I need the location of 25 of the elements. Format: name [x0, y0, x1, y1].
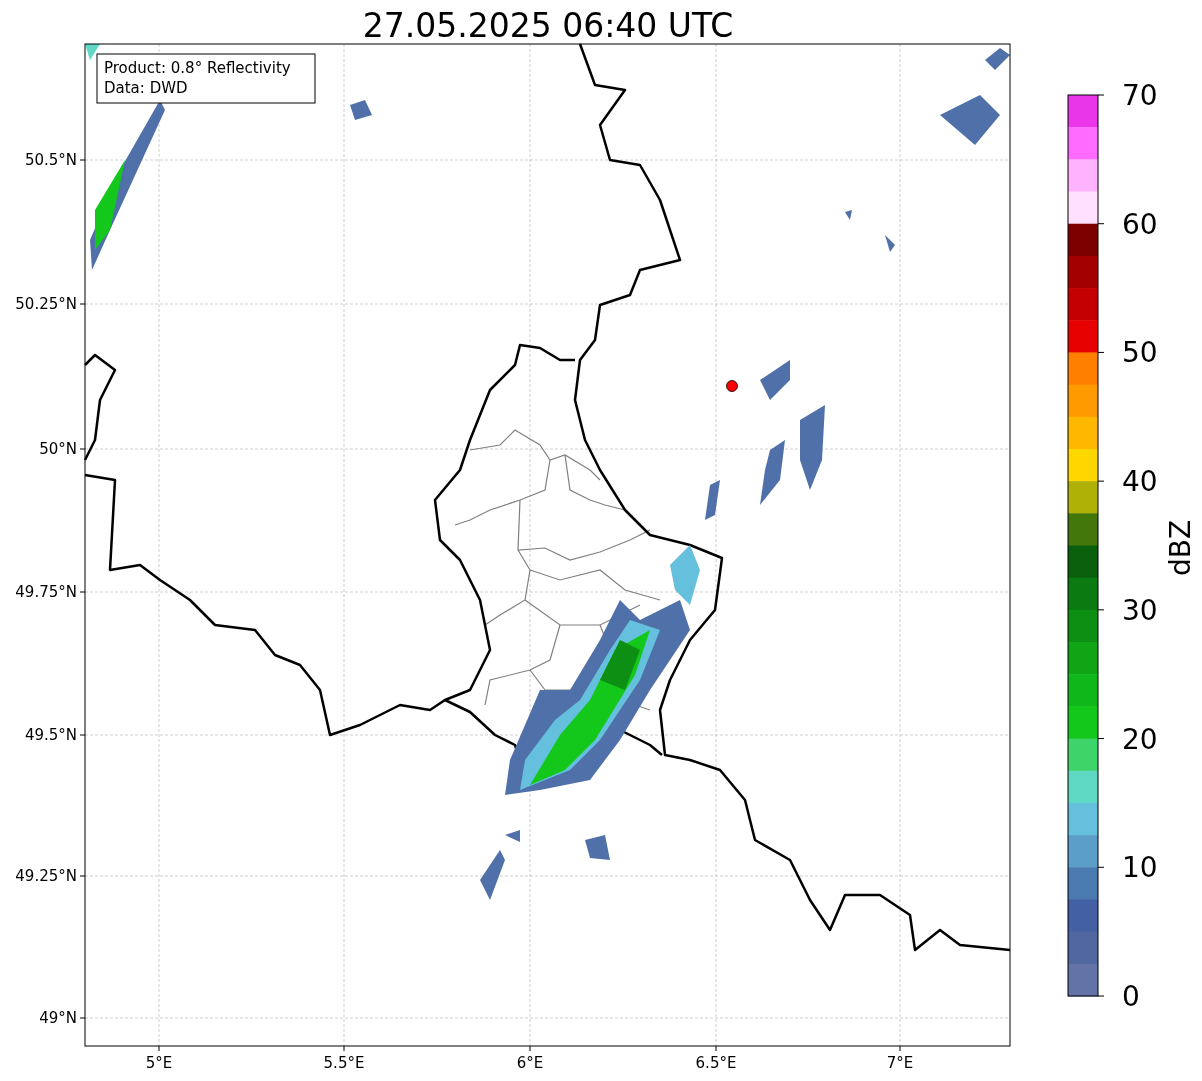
axis-tick-label: 50.25°N: [15, 295, 77, 313]
chart-title: 27.05.2025 06:40 UTC: [362, 6, 734, 45]
info-text: Product: 0.8° Reflectivity: [104, 59, 291, 77]
colorbar-tick-label: 50: [1122, 336, 1158, 370]
axis-tick-label: 49°N: [39, 1009, 77, 1027]
colorbar-tick-label: 40: [1122, 465, 1158, 499]
axis-tick-label: 5°E: [145, 1054, 173, 1072]
axis-tick-label: 6.5°E: [695, 1054, 737, 1072]
axis-tick-label: 6°E: [516, 1054, 544, 1072]
colorbar-tick-label: 20: [1122, 722, 1158, 756]
axis-tick-label: 5.5°E: [323, 1054, 365, 1072]
axis-tick-label: 7°E: [886, 1054, 914, 1072]
axis-tick-label: 50°N: [39, 440, 77, 458]
colorbar-tick-label: 70: [1122, 79, 1158, 112]
axis-tick-label: 49.5°N: [24, 726, 77, 744]
colorbar-tick-label: 10: [1122, 851, 1158, 885]
axis-tick-label: 49.75°N: [15, 583, 77, 601]
colorbar-tick-label: 60: [1122, 207, 1158, 241]
info-text: Data: DWD: [104, 79, 188, 97]
axis-tick-label: 49.25°N: [15, 867, 77, 885]
colorbar-tick-label: 30: [1122, 593, 1158, 627]
colorbar-tick-label: 0: [1122, 980, 1140, 1013]
axis-tick-label: 50.5°N: [24, 151, 77, 169]
colorbar-label: dBZ: [1164, 519, 1197, 577]
station-marker: [726, 380, 738, 392]
